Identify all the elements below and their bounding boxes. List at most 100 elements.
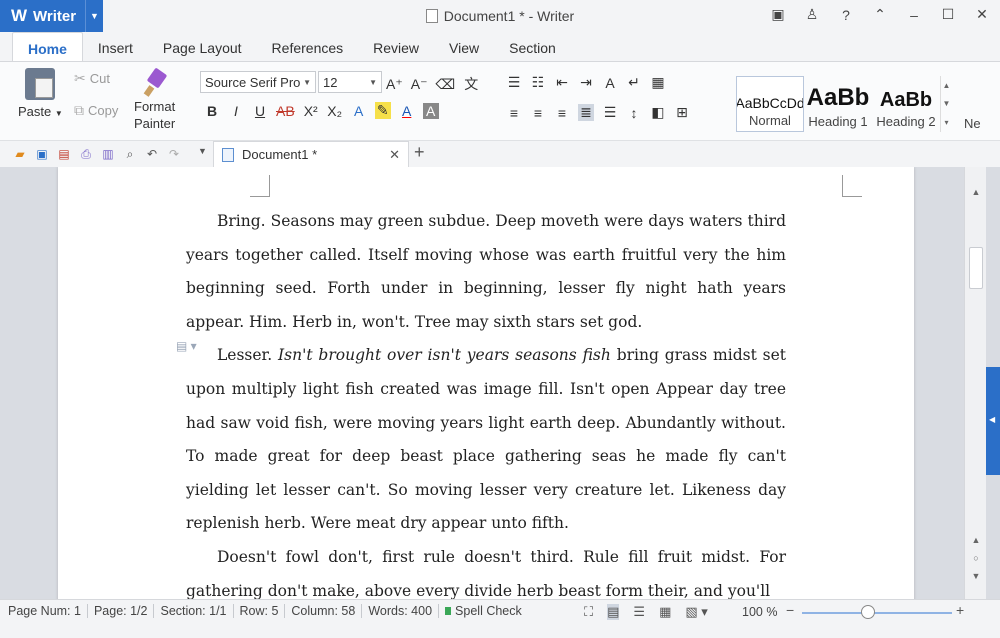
borders-icon[interactable]: ⊞ [674,104,690,121]
more-icon[interactable]: ▾ [944,118,948,127]
skin-icon[interactable]: ▣ [768,6,788,23]
document-tab-label: Document1 * [242,147,318,162]
phonetic-icon[interactable]: 文 [463,74,479,94]
document-body[interactable]: Bring. Seasons may green subdue. Deep mo… [186,205,786,599]
web-view-icon[interactable]: ▦ [659,604,671,620]
text-effect-icon[interactable]: A [351,103,367,119]
export-pdf-icon[interactable]: ▤ [56,147,72,162]
document-page[interactable]: ▤ ▾ Bring. Seasons may green subdue. Dee… [58,167,914,599]
tab-page-layout[interactable]: Page Layout [148,32,257,62]
underline-icon[interactable]: U [252,103,268,119]
change-case-icon[interactable]: A [602,75,618,91]
collapse-ribbon-icon[interactable]: ⌃ [870,6,890,23]
style-normal[interactable]: AaBbCcDd Normal [736,76,804,132]
help-icon[interactable]: ? [836,7,856,23]
undo-icon[interactable]: ↶ [144,147,160,162]
zoom-slider-track[interactable] [802,612,952,614]
select-browse-object-icon[interactable]: ○ [969,553,983,567]
tab-home[interactable]: Home [12,32,83,62]
clear-format-icon[interactable]: ⌫ [435,76,455,93]
tab-view[interactable]: View [434,32,494,62]
zoom-level[interactable]: 100 % [742,605,777,619]
tab-insert[interactable]: Insert [83,32,148,62]
align-center-icon[interactable]: ≡ [530,105,546,121]
page-view-icon[interactable]: ▤ [607,604,620,620]
tab-section[interactable]: Section [494,32,571,62]
chevron-down-icon[interactable]: ▼ [943,99,951,108]
style-heading-1[interactable]: AaBb Heading 1 [804,76,872,132]
copy-button[interactable]: ⧉ Copy [74,102,118,119]
close-icon[interactable]: ✕ [972,6,992,23]
new-tab-icon[interactable]: + [414,142,425,163]
maximize-icon[interactable]: ☐ [938,6,958,23]
decrease-indent-icon[interactable]: ⇤ [554,74,570,91]
scroll-thumb[interactable] [969,247,983,289]
status-words[interactable]: Words: 400 [362,604,440,618]
italic-icon[interactable]: I [228,103,244,119]
font-size-tools: A⁺ A⁻ ⌫ 文 [386,74,479,94]
shrink-font-icon[interactable]: A⁻ [411,76,428,93]
numbering-icon[interactable]: ☷ [530,74,546,91]
document-icon [425,9,438,23]
chevron-down-icon[interactable]: ▼ [198,146,207,156]
zoom-in-icon[interactable]: + [956,602,964,618]
style-gallery-scroll[interactable]: ▲ ▼ ▾ [940,76,952,132]
style-heading-2-label: Heading 2 [876,114,936,129]
line-spacing-icon[interactable]: ↕ [626,105,642,121]
increase-indent-icon[interactable]: ⇥ [578,74,594,91]
document-tab[interactable]: Document1 * ✕ [213,141,409,167]
char-shading-icon[interactable]: A [422,102,439,119]
tab-review[interactable]: Review [358,32,434,62]
save-icon[interactable]: ▣ [34,147,50,162]
spell-check-toggle[interactable]: Spell Check [439,604,528,618]
align-left-icon[interactable]: ≡ [506,105,522,121]
redo-icon[interactable]: ↷ [166,147,182,162]
subscript-icon[interactable]: X₂ [327,103,343,119]
paragraph-mark-icon[interactable]: ↵ [626,74,642,91]
shirt-icon[interactable]: ♙ [802,6,822,23]
zoom-slider-thumb[interactable] [861,605,875,619]
style-heading-2-preview: AaBb [879,89,933,111]
previous-page-icon[interactable]: ▲ [969,535,983,549]
bullets-icon[interactable]: ☰ [506,74,522,91]
highlight-icon[interactable]: ✎ [374,102,391,119]
font-name-select[interactable]: Source Serif Pro ▼ [200,71,316,93]
side-panel-toggle[interactable]: ◀ [986,367,1000,475]
style-heading-2[interactable]: AaBb Heading 2 [872,76,940,132]
print-preview-icon[interactable]: ▥ [100,147,116,162]
view-mode-icons: ⛶ ▤ ☰ ▦ ▧ ▾ [584,604,708,620]
superscript-icon[interactable]: X² [303,103,319,119]
tab-references[interactable]: References [257,32,359,62]
quick-access-icons: ▰ ▣ ▤ ⎙ ▥ ⌕ ↶ ↷ [0,147,182,162]
shading-icon[interactable]: ◧ [650,104,666,121]
format-painter-button[interactable]: Format Painter [134,68,175,132]
minimize-icon[interactable]: – [904,7,924,23]
outline-view-icon[interactable]: ☰ [633,604,645,620]
find-icon[interactable]: ⌕ [122,147,138,162]
font-color-icon[interactable]: A [399,103,415,119]
zoom-out-icon[interactable]: − [786,602,794,618]
strikethrough-icon[interactable]: AB [276,103,295,119]
distribute-icon[interactable]: ☰ [602,104,618,121]
open-icon[interactable]: ▰ [12,147,28,162]
chevron-up-icon[interactable]: ▲ [943,81,951,90]
justify-icon[interactable]: ≣ [578,104,594,121]
paste-button[interactable]: Paste ▼ [18,68,63,119]
style-gallery: AaBbCcDd Normal AaBb Heading 1 AaBb Head… [736,76,952,132]
paragraph: Bring. Seasons may green subdue. Deep mo… [186,212,786,331]
full-screen-icon[interactable]: ⛶ [584,604,593,620]
scroll-up-icon[interactable]: ▲ [969,187,983,201]
font-size-select[interactable]: 12 ▼ [318,71,382,93]
next-page-icon[interactable]: ▼ [969,571,983,585]
grow-font-icon[interactable]: A⁺ [386,76,403,93]
bold-icon[interactable]: B [204,103,220,119]
style-more-label[interactable]: Ne [964,116,981,131]
close-tab-icon[interactable]: ✕ [389,147,400,163]
cut-button[interactable]: ✂ Cut [74,70,110,87]
vertical-scrollbar[interactable]: ▲ ▲ ○ ▼ [964,167,986,599]
chevron-left-icon: ◀ [989,415,996,424]
align-right-icon[interactable]: ≡ [554,105,570,121]
print-icon[interactable]: ⎙ [78,147,94,162]
table-icon[interactable]: ▦ [650,74,666,91]
reading-view-icon[interactable]: ▧ ▾ [685,604,707,620]
